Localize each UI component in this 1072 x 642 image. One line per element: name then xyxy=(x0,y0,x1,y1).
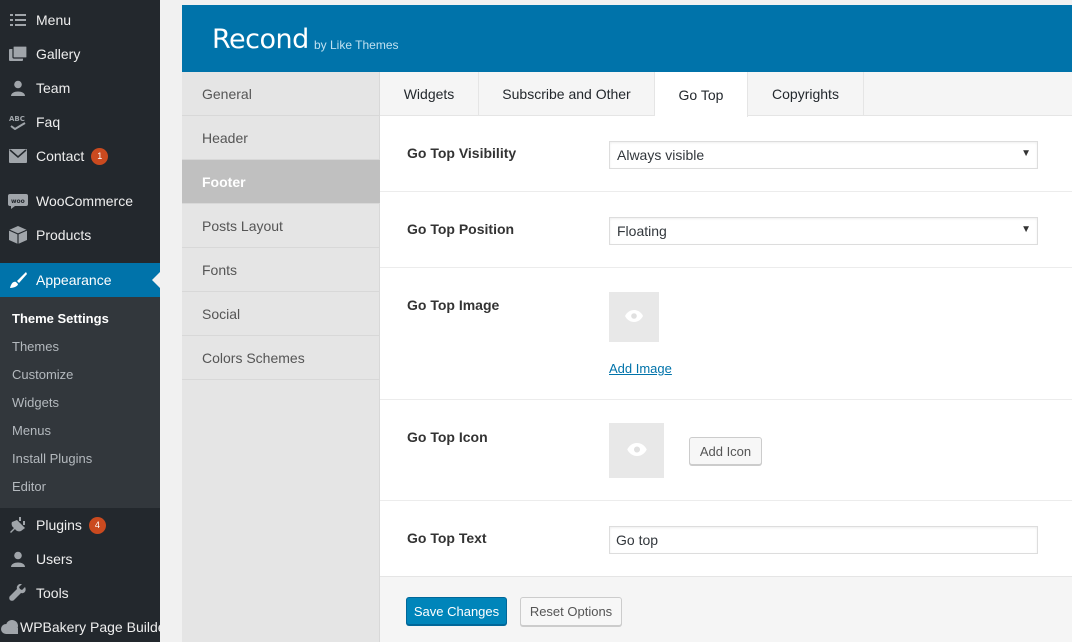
nav-general[interactable]: General xyxy=(182,72,380,116)
nav-footer[interactable]: Footer xyxy=(182,160,380,204)
sidebar-item-tools[interactable]: Tools xyxy=(0,576,160,610)
notification-badge: 1 xyxy=(91,147,109,165)
go-top-visibility-select[interactable]: Always visible ▼ xyxy=(609,141,1038,169)
sidebar-item-label: Appearance xyxy=(36,272,112,288)
sidebar-item-plugins[interactable]: Plugins 4 xyxy=(0,508,160,542)
submenu-widgets[interactable]: Widgets xyxy=(12,395,59,410)
user-icon xyxy=(0,80,36,96)
tab-copyrights[interactable]: Copyrights xyxy=(748,72,864,116)
selected-value: Always visible xyxy=(617,147,705,163)
sidebar-item-products[interactable]: Products xyxy=(0,218,160,252)
submenu-install-plugins[interactable]: Install Plugins xyxy=(12,451,92,466)
sidebar-item-users[interactable]: Users xyxy=(0,542,160,576)
brush-icon xyxy=(0,271,36,289)
admin-sidebar: Menu Gallery Team ABC Faq Contact 1 woo … xyxy=(0,0,160,642)
field-label: Go Top Image xyxy=(407,297,500,313)
sidebar-item-label: Contact xyxy=(36,148,85,164)
sidebar-item-label: WPBakery Page Builder xyxy=(20,619,160,635)
box-icon xyxy=(0,226,36,244)
icon-preview xyxy=(609,423,664,478)
menu-list-icon xyxy=(0,13,36,27)
tab-go-top[interactable]: Go Top xyxy=(655,72,748,117)
sidebar-item-team[interactable]: Team xyxy=(0,71,160,105)
eye-icon xyxy=(626,442,647,459)
sidebar-item-gallery[interactable]: Gallery xyxy=(0,37,160,71)
tab-widgets[interactable]: Widgets xyxy=(380,72,479,116)
gallery-icon xyxy=(0,46,36,62)
nav-header[interactable]: Header xyxy=(182,116,380,160)
sidebar-item-label: Faq xyxy=(36,114,61,130)
field-label: Go Top Text xyxy=(407,530,487,546)
theme-title: Recond xyxy=(212,24,309,55)
go-top-position-select[interactable]: Floating ▼ xyxy=(609,217,1038,245)
field-label: Go Top Visibility xyxy=(407,145,517,161)
sidebar-item-label: Users xyxy=(36,551,73,567)
sidebar-item-woocommerce[interactable]: woo WooCommerce xyxy=(0,184,160,218)
submenu-themes[interactable]: Themes xyxy=(12,339,59,354)
options-actions-bar: Save Changes Reset Options xyxy=(380,576,1072,642)
reset-options-button[interactable]: Reset Options xyxy=(520,597,622,626)
selected-value: Floating xyxy=(617,223,667,239)
sidebar-item-label: WooCommerce xyxy=(36,193,133,209)
add-image-link[interactable]: Add Image xyxy=(609,361,672,376)
caret-down-icon: ▼ xyxy=(1021,148,1031,159)
plug-icon xyxy=(0,516,36,534)
sidebar-item-label: Plugins xyxy=(36,517,82,533)
field-label: Go Top Position xyxy=(407,221,515,237)
nav-posts-layout[interactable]: Posts Layout xyxy=(182,204,380,248)
submenu-theme-settings[interactable]: Theme Settings xyxy=(12,311,109,326)
mail-icon xyxy=(0,149,36,163)
svg-text:woo: woo xyxy=(11,198,25,205)
sidebar-item-label: Gallery xyxy=(36,46,81,62)
field-label: Go Top Icon xyxy=(407,429,488,445)
sidebar-item-menu[interactable]: Menu xyxy=(0,3,160,37)
woo-icon: woo xyxy=(0,193,36,209)
theme-options-header: Recond by Like Themes xyxy=(182,5,1072,72)
tab-subscribe-and-other[interactable]: Subscribe and Other xyxy=(479,72,655,116)
user-icon xyxy=(0,551,36,567)
save-changes-button[interactable]: Save Changes xyxy=(406,597,507,625)
go-top-visibility-row: Go Top Visibility Always visible ▼ xyxy=(380,116,1072,192)
svg-text:ABC: ABC xyxy=(9,115,25,123)
sidebar-item-contact[interactable]: Contact 1 xyxy=(0,139,160,173)
sidebar-item-label: Team xyxy=(36,80,71,96)
sidebar-item-label: Tools xyxy=(36,585,69,601)
go-top-image-row: Go Top Image Add Image xyxy=(380,268,1072,400)
notification-badge: 4 xyxy=(88,516,106,534)
abc-icon: ABC xyxy=(0,114,36,130)
go-top-text-input[interactable]: Go top xyxy=(609,526,1038,554)
submenu-menus[interactable]: Menus xyxy=(12,423,51,438)
nav-social[interactable]: Social xyxy=(182,292,380,336)
theme-author: by Like Themes xyxy=(314,38,399,52)
go-top-text-row: Go Top Text Go top xyxy=(380,501,1072,576)
nav-colors-schemes[interactable]: Colors Schemes xyxy=(182,336,380,380)
caret-down-icon: ▼ xyxy=(1021,224,1031,235)
submenu-editor[interactable]: Editor xyxy=(12,479,46,494)
active-arrow xyxy=(152,272,160,288)
sidebar-item-wpbakery[interactable]: WPBakery Page Builder xyxy=(0,610,160,642)
sidebar-item-label: Menu xyxy=(36,12,72,28)
wrench-icon xyxy=(0,584,36,602)
footer-tabs: Widgets Subscribe and Other Go Top Copyr… xyxy=(380,72,1072,117)
add-icon-button[interactable]: Add Icon xyxy=(689,437,762,465)
go-top-icon-row: Go Top Icon Add Icon xyxy=(380,400,1072,501)
go-top-position-row: Go Top Position Floating ▼ xyxy=(380,192,1072,268)
submenu-customize[interactable]: Customize xyxy=(12,367,73,382)
appearance-submenu: Theme Settings Themes Customize Widgets … xyxy=(0,297,160,508)
cloud-icon xyxy=(0,620,20,634)
options-content: Widgets Subscribe and Other Go Top Copyr… xyxy=(380,72,1072,642)
sidebar-item-appearance[interactable]: Appearance xyxy=(0,263,160,297)
image-preview xyxy=(609,292,659,342)
eye-icon xyxy=(625,309,643,325)
sidebar-item-label: Products xyxy=(36,227,92,243)
sidebar-item-faq[interactable]: ABC Faq xyxy=(0,105,160,139)
nav-fonts[interactable]: Fonts xyxy=(182,248,380,292)
options-section-nav: General Header Footer Posts Layout Fonts… xyxy=(182,72,380,642)
